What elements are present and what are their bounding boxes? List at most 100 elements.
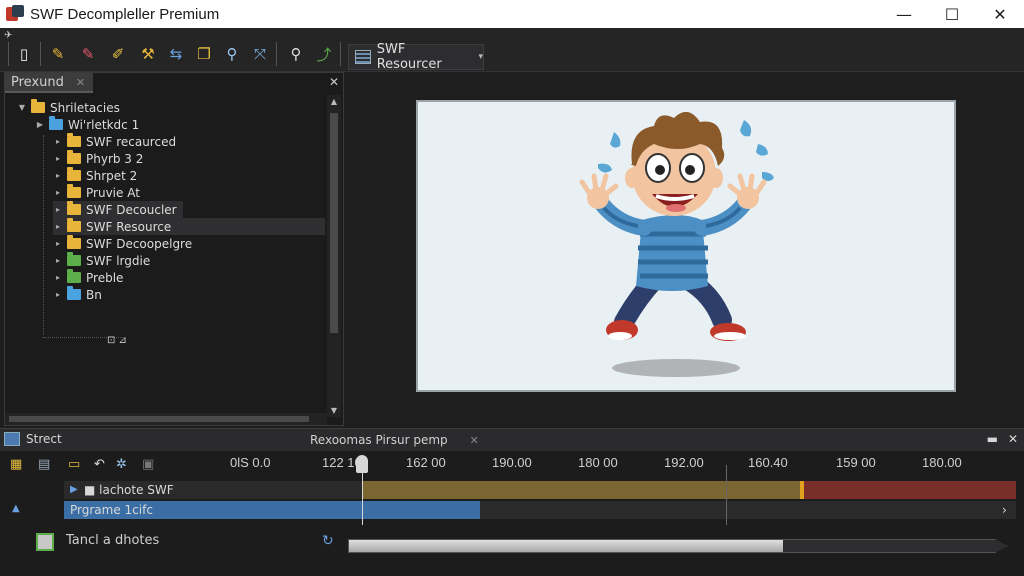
close-panel-button[interactable]: ✕ — [1008, 432, 1018, 446]
vertical-scrollbar[interactable]: ▲ ▼ — [327, 95, 341, 417]
folder-icon — [67, 150, 81, 164]
eraser-icon[interactable]: ✎ — [78, 44, 98, 64]
brush-icon[interactable]: ✐ — [108, 44, 128, 64]
layers-icon[interactable]: ▦ — [10, 457, 22, 475]
tree-item[interactable]: ▸ Phyrb 3 2 — [53, 150, 143, 167]
pencil-icon[interactable]: ✎ — [48, 44, 68, 64]
expand-icon[interactable]: ▼ — [17, 103, 27, 112]
tab-project[interactable]: Prexund ✕ — [5, 73, 93, 93]
tab-strect[interactable]: Strect — [4, 432, 62, 446]
timeline-icon — [4, 432, 20, 446]
tree-footer-icon: ⊡ ⊿ — [107, 335, 127, 346]
timeline-header: Strect Rexoomas Pirsur pemp ✕ ▬ ✕ — [0, 429, 1024, 451]
resource-tree: ▼ Shriletacies ▶ Wi'rletkdc 1 ▸ SWF reca… — [5, 95, 327, 411]
expand-icon[interactable]: ▸ — [53, 188, 63, 197]
project-panel: Prexund ✕ ✕ ▼ Shriletacies ▶ Wi'rletkdc … — [4, 72, 344, 426]
expand-icon[interactable]: ▸ — [53, 290, 63, 299]
tab-close-icon[interactable]: ✕ — [76, 76, 85, 89]
expand-icon[interactable]: ▸ — [53, 273, 63, 282]
folder-copy-icon[interactable]: ❐ — [194, 44, 214, 64]
tab-project-label: Prexund — [11, 74, 64, 90]
folder-icon — [49, 116, 63, 130]
tree-item[interactable]: ▸ Bn — [53, 286, 102, 303]
track-arrow-icon[interactable]: › — [1002, 503, 1007, 517]
refresh-icon[interactable]: ↻ — [322, 533, 334, 549]
crop-icon[interactable]: ⤧ — [250, 44, 270, 64]
tree-item[interactable]: ▶ Wi'rletkdc 1 — [35, 116, 139, 133]
scroll-up-icon[interactable]: ▲ — [327, 97, 341, 106]
export-icon[interactable]: ⤴ — [314, 44, 334, 64]
tree-item[interactable]: ▸ Preble — [53, 269, 123, 286]
folder-icon[interactable]: ▭ — [68, 457, 80, 475]
expand-icon[interactable]: ▸ — [53, 205, 63, 214]
maximize-button[interactable]: ☐ — [928, 0, 976, 28]
close-icon[interactable]: ✕ — [470, 434, 479, 447]
settings-icon[interactable]: ✲ — [116, 457, 127, 475]
horizontal-scrollbar[interactable] — [5, 413, 327, 425]
minimize-panel-button[interactable]: ▬ — [987, 432, 998, 446]
expand-icon[interactable]: ▸ — [53, 154, 63, 163]
tab-timeline[interactable]: Rexoomas Pirsur pemp ✕ — [310, 433, 479, 447]
cartoon-boy-image — [579, 111, 774, 377]
ruler-label: 160.40 — [748, 455, 788, 470]
tree-item-selected[interactable]: ▸ SWF Resource — [53, 218, 325, 235]
undo-icon[interactable]: ↶ — [94, 457, 105, 475]
preview-stage[interactable] — [416, 100, 956, 392]
expand-icon[interactable]: ▸ — [53, 222, 63, 231]
folder-icon — [67, 235, 81, 249]
zoom-icon[interactable]: ⚲ — [286, 44, 306, 64]
ruler-label: 159 00 — [836, 455, 876, 470]
expand-icon[interactable]: ▸ — [53, 171, 63, 180]
link-icon[interactable]: ⇆ — [166, 44, 186, 64]
scroll-thumb[interactable] — [330, 113, 338, 333]
main-toolbar: ✈ ▯ ✎ ✎ ✐ ⚒ ⇆ ❐ ⚲ ⤧ ⚲ ⤴ — [0, 28, 1024, 72]
ruler-label: 190.00 — [492, 455, 532, 470]
progress-fill — [349, 540, 784, 552]
search-icon[interactable]: ⚲ — [222, 44, 242, 64]
panel-close-button[interactable]: ✕ — [329, 75, 339, 89]
playhead-handle[interactable] — [356, 455, 368, 473]
timeline-panel-title: Rexoomas Pirsur pemp — [310, 433, 448, 447]
window-title: SWF Decompleller Premium — [30, 5, 220, 23]
tree-item[interactable]: ▼ Shriletacies — [17, 99, 120, 116]
expand-icon[interactable]: ▸ — [53, 239, 63, 248]
scroll-thumb[interactable] — [9, 416, 309, 422]
app-icon — [6, 5, 24, 23]
task-label: Tancl a dhotes — [66, 533, 160, 548]
tree-item[interactable]: ▸ SWF recaurced — [53, 133, 176, 150]
expand-icon[interactable]: ▶ — [35, 120, 45, 129]
track-label: Prgrame 1cifc — [70, 503, 153, 517]
folder-icon — [67, 269, 81, 283]
frames-icon[interactable]: ▤ — [38, 457, 50, 475]
expand-icon[interactable]: ▲ — [12, 503, 20, 514]
track-clip[interactable] — [362, 481, 802, 499]
tree-item[interactable]: ▸ Shrpet 2 — [53, 167, 137, 184]
tree-item[interactable]: ▸ SWF Decoopelgre — [53, 235, 192, 252]
resource-dropdown[interactable]: SWF Resourcer ▾ — [348, 42, 484, 72]
ruler-label: 192.00 — [664, 455, 704, 470]
grid-icon — [355, 50, 371, 64]
marker-line — [726, 465, 727, 525]
close-button[interactable]: ✕ — [976, 0, 1024, 28]
scroll-down-icon[interactable]: ▼ — [327, 406, 341, 415]
expand-icon[interactable]: ▸ — [53, 137, 63, 146]
folder-icon — [67, 218, 81, 232]
tree-item[interactable]: ▸ SWF lrgdie — [53, 252, 150, 269]
hammer-icon[interactable]: ⚒ — [138, 44, 158, 64]
ruler-label: 162 00 — [406, 455, 446, 470]
ruler-label: 180 00 — [578, 455, 618, 470]
tree-item[interactable]: ▸ Pruvie At — [53, 184, 140, 201]
timeline-panel: Strect Rexoomas Pirsur pemp ✕ ▬ ✕ ▦ ▤ ▭ ↶… — [0, 428, 1024, 576]
pin-icon: ✈ — [4, 30, 13, 41]
tab-strect-label: Strect — [26, 432, 62, 446]
folder-icon — [67, 133, 81, 147]
play-icon[interactable]: ▶ — [70, 484, 78, 495]
track-clip[interactable] — [804, 481, 1016, 499]
tree-item[interactable]: ▸ SWF Decoucler — [53, 201, 183, 218]
camera-icon[interactable]: ▣ — [142, 457, 154, 475]
new-file-icon[interactable]: ▯ — [14, 44, 34, 64]
expand-icon[interactable]: ▸ — [53, 256, 63, 265]
ruler-label: 180.00 — [922, 455, 962, 470]
task-icon — [36, 533, 54, 551]
minimize-button[interactable]: — — [880, 0, 928, 28]
